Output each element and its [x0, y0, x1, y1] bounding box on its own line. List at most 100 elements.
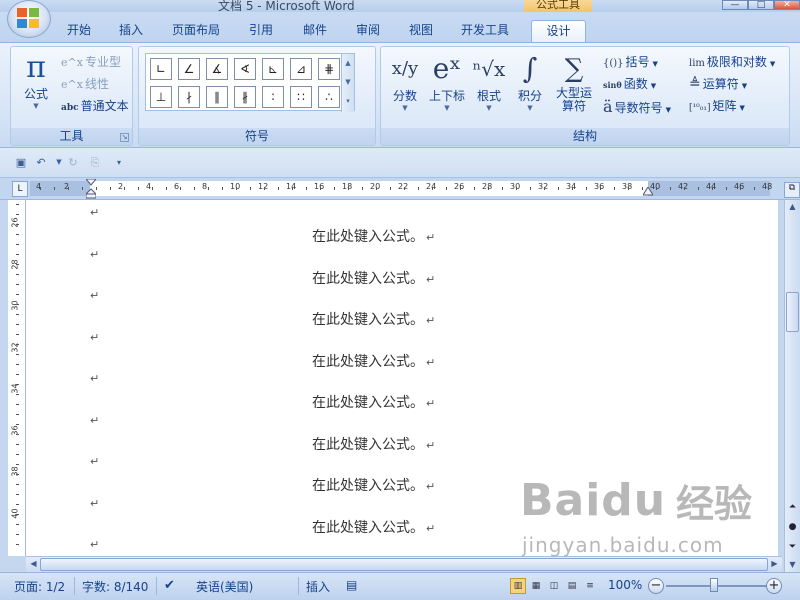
scroll-up-icon[interactable]: ▲ [787, 202, 798, 211]
ruler-tick [152, 187, 153, 190]
full-screen-reading-icon[interactable]: ▦ [528, 578, 544, 594]
equation-button[interactable]: π 公式 ▼ [17, 50, 55, 111]
outline-view-icon[interactable]: ▤ [564, 578, 580, 594]
script-button[interactable]: eˣ 上下标 ▼ [427, 51, 467, 112]
scroll-left-icon[interactable]: ◀ [28, 559, 39, 568]
zoom-in-icon[interactable]: + [766, 578, 782, 594]
linear-button[interactable]: e^x 线性 [61, 75, 109, 92]
page-indicator[interactable]: 页面: 1/2 [14, 578, 65, 595]
matrix-button[interactable]: [¹⁰₀₁] 矩阵 ▼ [689, 97, 745, 114]
save-icon[interactable]: ▣ [14, 156, 28, 169]
macro-record-icon[interactable]: ▤ [346, 578, 357, 592]
symbol-right-triangle[interactable]: ⊿ [290, 58, 312, 80]
ruler-tick [558, 187, 559, 190]
radical-icon: ⁿ√x [472, 57, 506, 81]
symbol-ratio[interactable]: ∶ [262, 86, 284, 108]
scroll-thumb[interactable] [786, 292, 799, 332]
ruler-tick [446, 187, 447, 190]
ruler-toggle-icon[interactable]: ⧉ [784, 182, 800, 198]
maximize-button[interactable]: □ [748, 0, 774, 10]
tab-developer[interactable]: 开发工具 [461, 21, 509, 38]
ruler-tick [236, 187, 237, 190]
symbol-therefore[interactable]: ∴ [318, 86, 340, 108]
equation-placeholder[interactable]: 在此处键入公式。 ↵ [312, 309, 435, 329]
equation-placeholder[interactable]: 在此处键入公式。 ↵ [312, 517, 435, 537]
gallery-scroll[interactable]: ▲ ▼ ▾ [341, 54, 354, 112]
equation-placeholder[interactable]: 在此处键入公式。 ↵ [312, 268, 435, 288]
equation-placeholder[interactable]: 在此处键入公式。 ↵ [312, 475, 435, 495]
symbol-spherical-angle[interactable]: ∢ [234, 58, 256, 80]
function-button[interactable]: sinθ 函数 ▼ [603, 75, 656, 92]
radical-button[interactable]: ⁿ√x 根式 ▼ [471, 51, 507, 112]
equation-placeholder[interactable]: 在此处键入公式。 ↵ [312, 392, 435, 412]
symbol-proportion[interactable]: ∷ [290, 86, 312, 108]
ruler-tick [488, 187, 489, 190]
undo-icon[interactable]: ↶ [34, 156, 48, 169]
tab-view[interactable]: 视图 [409, 21, 433, 38]
paragraph-mark: ↵ [426, 438, 436, 452]
equation-placeholder[interactable]: 在此处键入公式。 ↵ [312, 351, 435, 371]
integral-button[interactable]: ∫ 积分 ▼ [513, 51, 547, 112]
limit-log-button[interactable]: lim 极限和对数 ▼ [689, 53, 775, 70]
tab-review[interactable]: 审阅 [356, 21, 380, 38]
proofing-icon[interactable]: ✔ [164, 578, 175, 593]
draft-view-icon[interactable]: ≡ [582, 578, 598, 594]
vertical-ruler-tick [16, 384, 19, 385]
fraction-button[interactable]: x/y 分数 ▼ [387, 51, 423, 112]
insert-mode[interactable]: 插入 [306, 578, 330, 595]
ruler-tick [306, 187, 307, 190]
tab-page-layout[interactable]: 页面布局 [172, 21, 220, 38]
professional-button[interactable]: e^x 专业型 [61, 53, 121, 70]
tab-home[interactable]: 开始 [67, 21, 91, 38]
close-button[interactable]: ✕ [774, 0, 800, 10]
pi-icon: π [26, 50, 46, 85]
redo-icon[interactable]: ↻ [66, 156, 80, 169]
tab-insert[interactable]: 插入 [119, 21, 143, 38]
symbol-right-angle-arc[interactable]: ⊾ [262, 58, 284, 80]
operator-button[interactable]: ≜ 运算符 ▼ [689, 75, 747, 92]
dialog-launcher-icon[interactable]: ↘ [120, 133, 129, 142]
tab-selector-button[interactable]: L [12, 181, 28, 197]
large-operator-button[interactable]: ∑ 大型运算符 [551, 51, 597, 113]
office-button[interactable] [7, 0, 51, 38]
minimize-button[interactable]: — [722, 0, 748, 10]
integral-icon: ∫ [522, 52, 538, 85]
zoom-slider[interactable] [666, 585, 770, 587]
customize-qat-icon[interactable]: ▾ [112, 156, 126, 169]
gallery-more-icon[interactable]: ▾ [342, 92, 354, 110]
symbol-perpendicular[interactable]: ⊥ [150, 86, 172, 108]
symbol-not-parallel[interactable]: ∦ [234, 86, 256, 108]
linear-label: 线性 [84, 77, 109, 91]
word-count[interactable]: 字数: 8/140 [82, 578, 148, 595]
print-layout-view-icon[interactable]: ▥ [510, 578, 526, 594]
paragraph-mark: ↵ [90, 330, 100, 344]
symbol-right-angle[interactable]: ∟ [150, 58, 172, 80]
symbol-angle[interactable]: ∠ [178, 58, 200, 80]
gallery-down-icon[interactable]: ▼ [342, 73, 354, 92]
zoom-level[interactable]: 100% [608, 578, 642, 592]
tab-mailings[interactable]: 邮件 [303, 21, 327, 38]
equation-placeholder[interactable]: 在此处键入公式。 ↵ [312, 434, 435, 454]
symbol-parallel[interactable]: ∥ [206, 86, 228, 108]
indent-marker-icon[interactable] [86, 179, 96, 199]
tab-references[interactable]: 引用 [249, 21, 273, 38]
symbol-not-divides[interactable]: ∤ [178, 86, 200, 108]
ruler-tick [82, 187, 83, 190]
accent-button[interactable]: ä 导数符号 ▼ [603, 97, 671, 116]
symbol-measured-angle[interactable]: ∡ [206, 58, 228, 80]
bracket-button[interactable]: {()} 括号 ▼ [603, 53, 658, 70]
zoom-out-icon[interactable]: − [648, 578, 664, 594]
gallery-up-icon[interactable]: ▲ [342, 54, 354, 73]
chevron-down-icon[interactable]: ▼ [52, 156, 66, 169]
vertical-ruler-number: 38 [10, 466, 20, 477]
vertical-ruler-tick [16, 524, 19, 525]
normal-text-button[interactable]: abc 普通文本 [61, 97, 129, 114]
language-indicator[interactable]: 英语(美国) [196, 578, 253, 595]
web-layout-icon[interactable]: ◫ [546, 578, 562, 594]
equation-placeholder[interactable]: 在此处键入公式。 ↵ [312, 226, 435, 246]
right-indent-marker-icon[interactable] [643, 187, 653, 197]
repeat-icon[interactable]: ⎘ [88, 156, 102, 169]
symbol-parallel-equal[interactable]: ⋕ [318, 58, 340, 80]
zoom-slider-knob[interactable] [710, 578, 718, 592]
tab-design[interactable]: 设计 [531, 20, 586, 43]
